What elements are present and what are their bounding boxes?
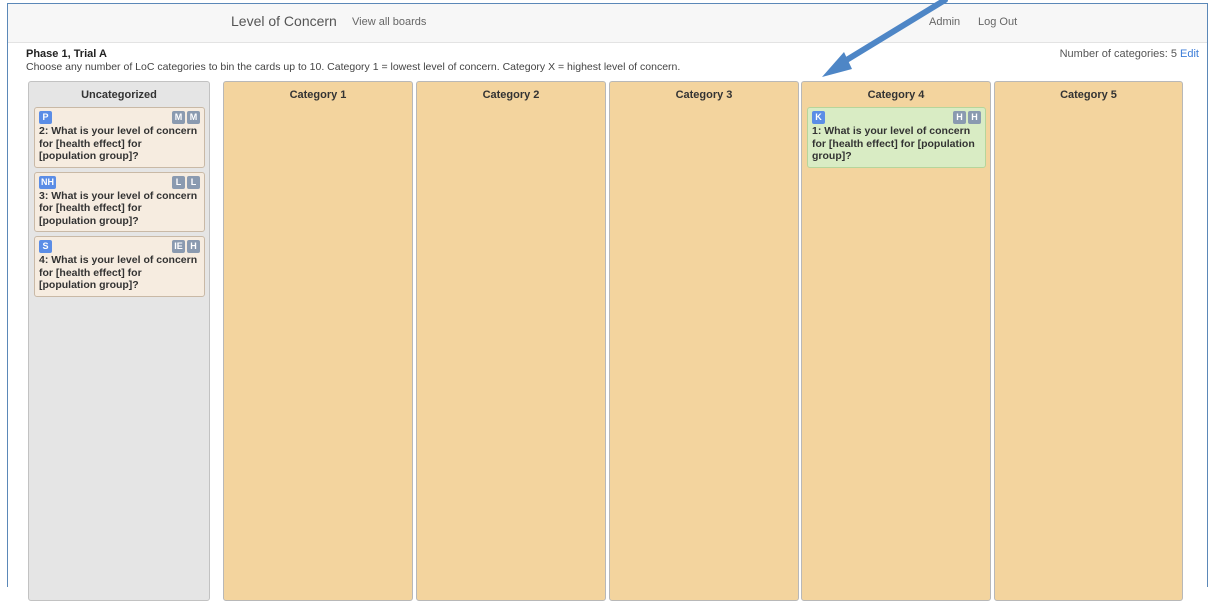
edit-categories-link[interactable]: Edit [1180,48,1199,60]
card-tags: HH [953,111,981,124]
card-tag-badge: M [187,111,200,124]
app-title[interactable]: Level of Concern [231,13,337,29]
card-tags: IE H [172,240,200,253]
column-title: Uncategorized [81,89,157,101]
view-all-boards-link[interactable]: View all boards [352,16,426,28]
card-tag-badge: H [953,111,966,124]
app-window: Level of Concern View all boards Admin L… [7,3,1208,601]
column-title: Category 1 [289,89,347,101]
column-title: Category 3 [675,89,733,101]
card-tags: LL [172,175,200,189]
column-title: Category 2 [482,89,540,101]
card-question-text: 4: What is your level of concern for [he… [39,254,198,291]
card-id-badge: NH [39,175,56,189]
column-category-2[interactable]: Category 2 [416,81,606,601]
board-instructions: Choose any number of LoC categories to b… [26,61,681,73]
card-tag-badge: IE [172,240,185,253]
question-card[interactable]: P M M 2: What is your level of concern for … [34,107,205,168]
card-id-badge: P [39,111,52,124]
card-tag-badge: H [187,240,200,253]
card-header: S IE H [39,240,200,253]
column-title: Category 4 [867,89,925,101]
question-card[interactable]: S IE H 4: What is your level of concern for… [34,236,205,297]
column-category-5[interactable]: Category 5 [994,81,1183,601]
card-question-text: 1: What is your level of concern for [he… [812,125,975,162]
card-tag-badge: L [187,175,200,189]
column-category-4[interactable]: Category 4 K H H 1: What is your level of co… [801,81,991,601]
card-id-badge: K [812,111,825,124]
question-card[interactable]: K H H 1: What is your level of concern for … [807,107,986,168]
admin-link[interactable]: Admin [929,16,960,28]
card-tag-badge: L [172,175,185,189]
card-header: NH L L [39,175,200,189]
card-id-badge: S [39,240,52,253]
card-question-text: 2: What is your level of concern for [he… [39,125,198,162]
phase-title: Phase 1, Trial A [26,48,107,60]
column-category-1[interactable]: Category 1 [223,81,413,601]
question-card[interactable]: NH L L 3: What is your level of concern for… [34,171,205,232]
card-header: K HH [812,111,981,124]
column-uncategorized[interactable]: Uncategorized P M M 2: What is your level of… [28,81,210,601]
column-title: Category 5 [1060,89,1117,101]
column-category-3[interactable]: Category 3 [609,81,799,601]
card-header: P MM [39,111,200,124]
card-tag-badge: H [968,111,981,124]
logout-link[interactable]: Log Out [978,16,1017,28]
card-tags: MM [172,111,200,124]
top-navbar: Level of Concern View all boards Admin L… [8,4,1207,43]
card-tag-badge: M [172,111,185,124]
number-of-categories: Number of categories: 5 [1059,48,1177,60]
card-question-text: 3: What is your level of concern for [he… [39,189,198,227]
